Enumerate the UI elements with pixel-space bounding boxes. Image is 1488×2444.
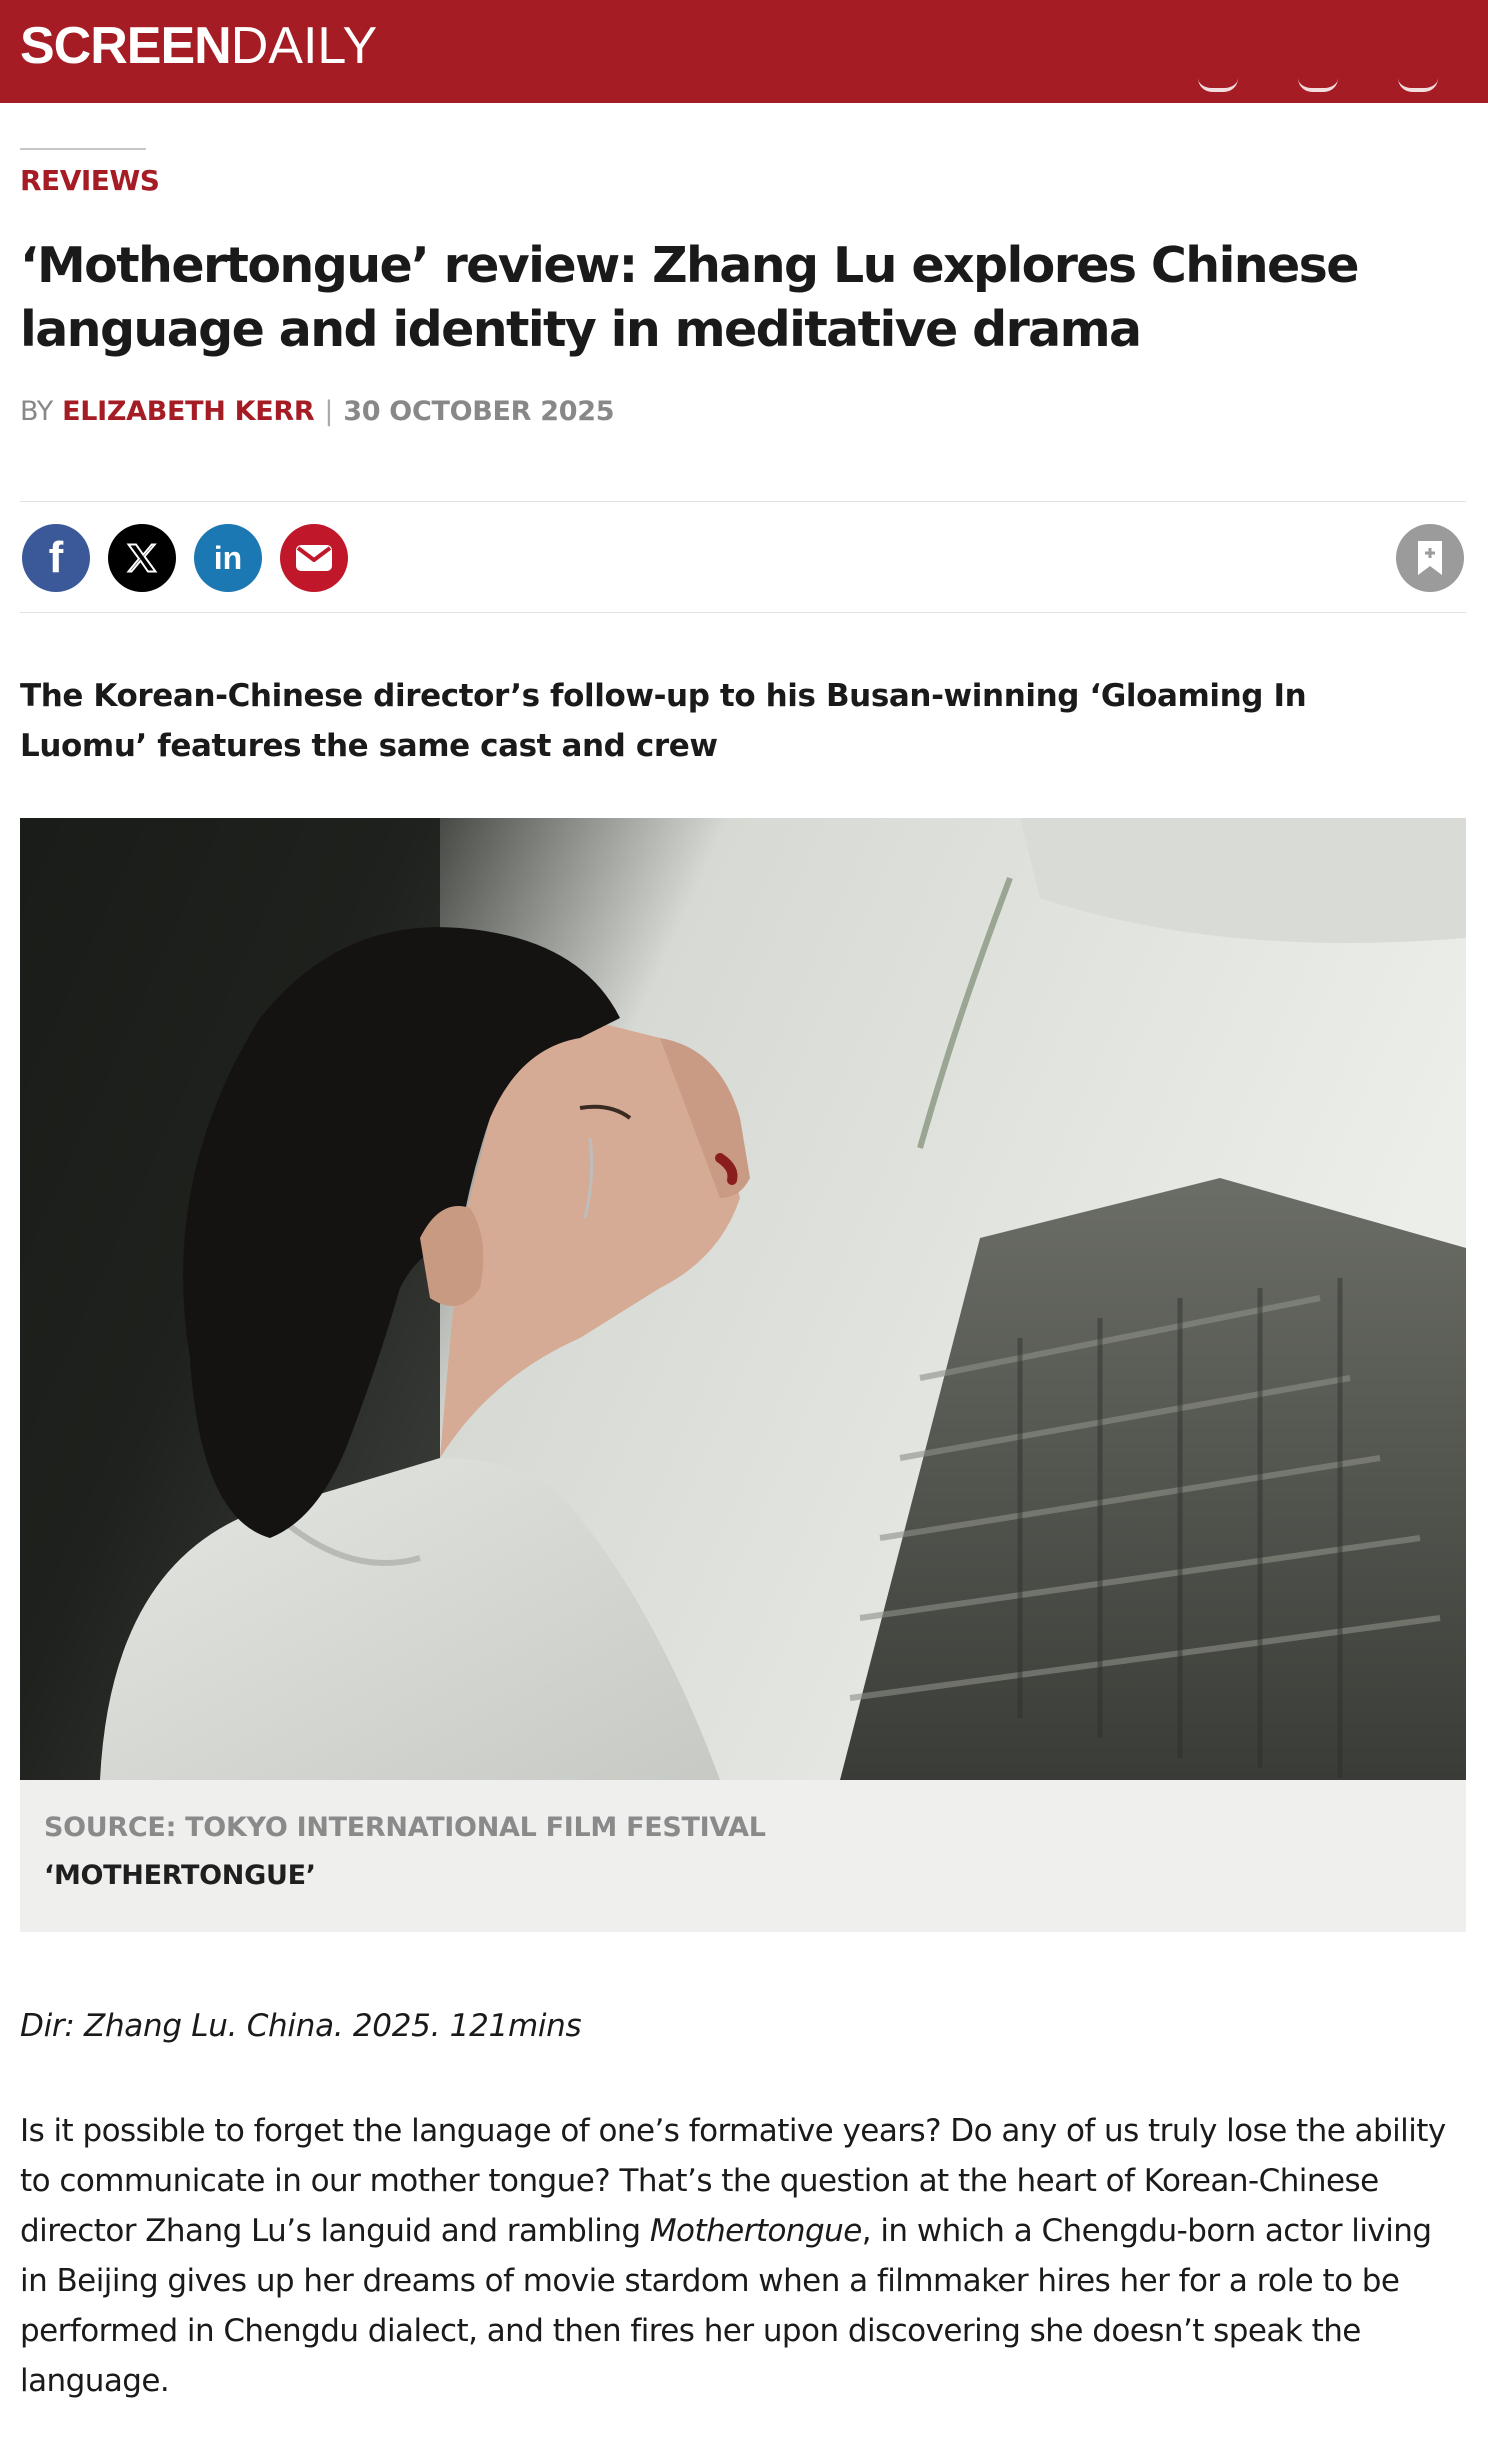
linkedin-icon: in xyxy=(213,539,243,576)
category-link[interactable]: REVIEWS xyxy=(20,164,160,197)
linkedin-share-button[interactable]: in xyxy=(194,524,262,592)
byline-separator: | xyxy=(324,396,334,427)
share-bottom-divider xyxy=(20,612,1466,613)
image-source: SOURCE: TOKYO INTERNATIONAL FILM FESTIVA… xyxy=(44,1812,766,1843)
bookmark-button[interactable] xyxy=(1396,524,1464,592)
bookmark-icon xyxy=(1418,541,1442,575)
logo-bold-text: SCREEN xyxy=(20,17,232,75)
category-rule xyxy=(20,148,146,150)
x-share-button[interactable] xyxy=(108,524,176,592)
author-link[interactable]: ELIZABETH KERR xyxy=(62,396,315,427)
logo-light-text: DAILY xyxy=(230,17,378,75)
byline: BY ELIZABETH KERR | 30 OCTOBER 2025 xyxy=(20,396,615,427)
email-share-button[interactable] xyxy=(280,524,348,592)
byline-prefix: BY xyxy=(20,396,53,427)
image-caption: SOURCE: TOKYO INTERNATIONAL FILM FESTIVA… xyxy=(20,1780,1466,1932)
x-icon xyxy=(126,543,158,573)
film-still-image xyxy=(20,818,1466,1780)
site-logo[interactable]: SCREENDAILY xyxy=(20,16,377,76)
publish-date: 30 OCTOBER 2025 xyxy=(343,396,615,427)
facebook-icon: f xyxy=(48,533,64,582)
facebook-share-button[interactable]: f xyxy=(22,524,90,592)
masthead: SCREENDAILY xyxy=(0,0,1488,103)
email-icon xyxy=(296,545,332,571)
share-top-divider xyxy=(20,501,1466,502)
masthead-decoration xyxy=(1198,70,1458,92)
body-paragraph: Is it possible to forget the language of… xyxy=(20,2106,1466,2406)
page-title: ‘Mothertongue’ review: Zhang Lu explores… xyxy=(20,237,1359,358)
standfirst: The Korean-Chinese director’s follow-up … xyxy=(20,678,1307,764)
film-credits: Dir: Zhang Lu. China. 2025. 121mins xyxy=(20,2008,582,2044)
film-title-italic: Mothertongue xyxy=(649,2213,862,2249)
image-caption-title: ‘MOTHERTONGUE’ xyxy=(44,1860,316,1891)
hero-image xyxy=(20,818,1466,1780)
